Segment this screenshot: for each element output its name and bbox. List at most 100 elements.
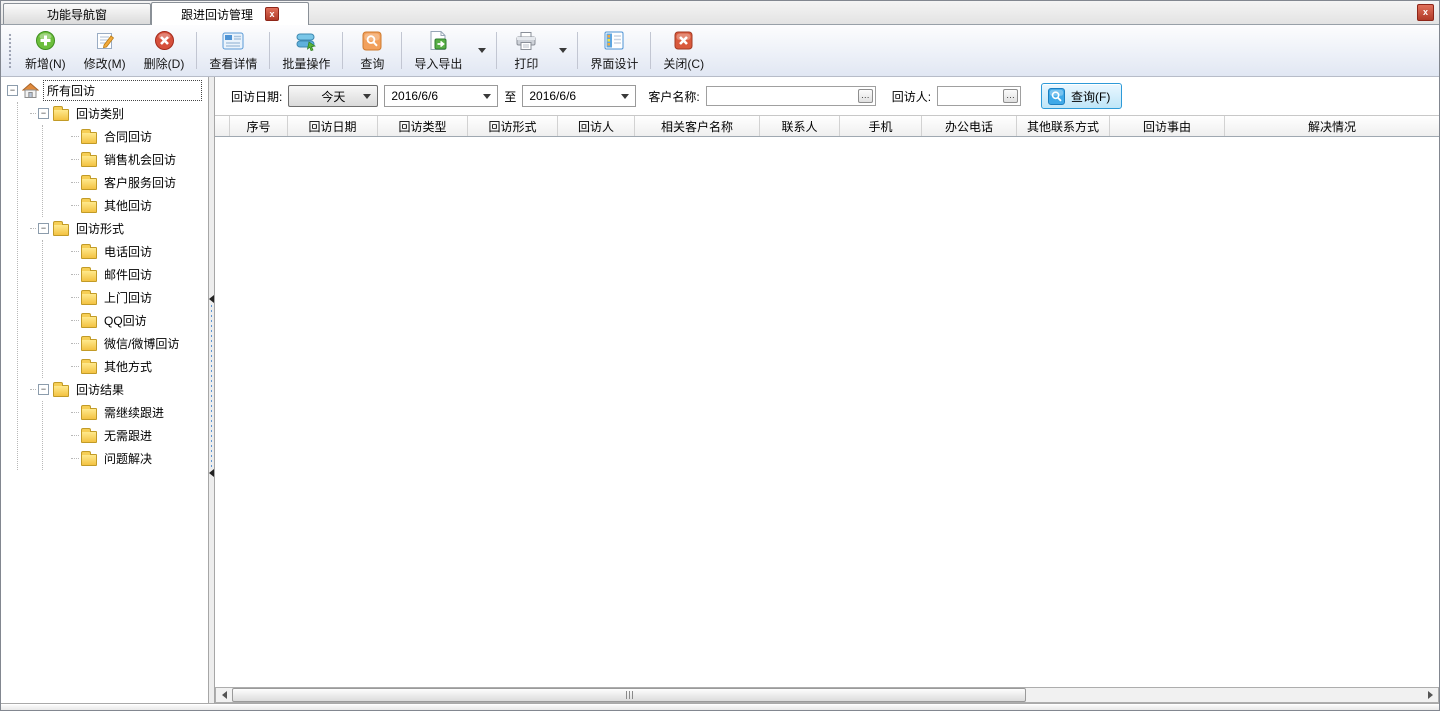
view-detail-button[interactable]: 查看详情 (200, 27, 266, 74)
column-header-seq[interactable]: 序号 (230, 116, 288, 136)
close-button[interactable]: 关闭(C) (654, 27, 713, 74)
panel-splitter[interactable] (208, 77, 215, 703)
customer-lookup-button[interactable]: … (858, 89, 873, 103)
tree-item-all-visits[interactable]: − 所有回访 (3, 79, 208, 102)
tree-item-email-visit[interactable]: 邮件回访 (43, 263, 208, 286)
column-header-mobile[interactable]: 手机 (840, 116, 922, 136)
batch-operation-button[interactable]: 批量操作 (273, 27, 339, 74)
tree-item-label: 电话回访 (101, 242, 155, 261)
edit-button[interactable]: 修改(M) (75, 27, 135, 74)
tree-item-label: 销售机会回访 (101, 150, 179, 169)
tree-item-label: 客户服务回访 (101, 173, 179, 192)
print-button[interactable]: 打印 (500, 27, 552, 74)
tab-close-icon[interactable]: x (265, 7, 279, 21)
tab-label: 跟进回访管理 (181, 6, 253, 23)
tree-item-no-followup[interactable]: 无需跟进 (43, 424, 208, 447)
scroll-right-icon (1428, 691, 1433, 699)
tree-item-contract-visit[interactable]: 合同回访 (43, 125, 208, 148)
horizontal-scrollbar[interactable] (215, 687, 1439, 703)
tree-item-wechat-weibo-visit[interactable]: 微信/微博回访 (43, 332, 208, 355)
print-icon (515, 30, 537, 52)
add-icon (34, 30, 56, 52)
tree-item-door-visit[interactable]: 上门回访 (43, 286, 208, 309)
tree-group: − 回访形式 电话回访 邮件回访 (18, 217, 208, 378)
tree-item-visit-result[interactable]: − 回访结果 (18, 378, 208, 401)
collapse-icon[interactable]: − (38, 384, 49, 395)
close-icon (673, 30, 695, 52)
tree-item-other-visit[interactable]: 其他回访 (43, 194, 208, 217)
visitor-input[interactable] (938, 87, 1003, 105)
tree-item-customer-service-visit[interactable]: 客户服务回访 (43, 171, 208, 194)
folder-icon (81, 339, 97, 351)
tree-item-phone-visit[interactable]: 电话回访 (43, 240, 208, 263)
collapse-icon[interactable]: − (7, 85, 18, 96)
tree-item-qq-visit[interactable]: QQ回访 (43, 309, 208, 332)
column-header-visit-type[interactable]: 回访类型 (378, 116, 468, 136)
tree-item-label: 所有回访 (43, 80, 202, 101)
import-export-dropdown-arrow[interactable] (471, 27, 493, 74)
batch-operation-icon (295, 30, 317, 52)
tree-item-other-method[interactable]: 其他方式 (43, 355, 208, 378)
column-header-customer-name[interactable]: 相关客户名称 (635, 116, 760, 136)
visitor-lookup-button[interactable]: … (1003, 89, 1018, 103)
date-preset-combo[interactable]: 今天 (288, 85, 378, 107)
tree-item-visit-category[interactable]: − 回访类别 (18, 102, 208, 125)
date-preset-value: 今天 (321, 88, 345, 105)
tree-item-label: 上门回访 (101, 288, 155, 307)
collapse-icon[interactable]: − (38, 223, 49, 234)
search-icon (361, 30, 383, 52)
tab-function-navigation[interactable]: 功能导航窗 (3, 3, 151, 24)
table-body (215, 137, 1439, 687)
import-export-button[interactable]: 导入导出 (405, 27, 471, 74)
splitter-collapse-strip[interactable] (209, 293, 214, 479)
column-header-solve-status[interactable]: 解决情况 (1225, 116, 1439, 136)
column-header-other-contact[interactable]: 其他联系方式 (1017, 116, 1110, 136)
tree-group: − 回访结果 需继续跟进 无需跟进 (18, 378, 208, 470)
query-button[interactable]: 查询 (346, 27, 398, 74)
tree-item-label: 需继续跟进 (101, 403, 167, 422)
date-to-combo[interactable]: 2016/6/6 (522, 85, 636, 107)
tab-followup-visit-management[interactable]: 跟进回访管理 x (151, 2, 309, 25)
ui-design-button[interactable]: 界面设计 (581, 27, 647, 74)
delete-button[interactable]: 删除(D) (135, 27, 194, 74)
tree-item-sales-opportunity-visit[interactable]: 销售机会回访 (43, 148, 208, 171)
customer-name-input[interactable] (707, 87, 858, 105)
toolbar-separator (577, 32, 578, 69)
home-icon (22, 83, 39, 98)
tree-item-problem-solved[interactable]: 问题解决 (43, 447, 208, 470)
filter-bar: 回访日期: 今天 2016/6/6 至 2016/6/6 客户名称: … (215, 77, 1439, 115)
customer-name-label: 客户名称: (648, 88, 699, 105)
column-header-contact[interactable]: 联系人 (760, 116, 840, 136)
column-header-visit-date[interactable]: 回访日期 (288, 116, 378, 136)
date-to-value: 2016/6/6 (529, 89, 576, 103)
toolbar-separator (269, 32, 270, 69)
column-header-visitor[interactable]: 回访人 (558, 116, 635, 136)
visitor-inputwrap: … (937, 86, 1021, 106)
collapse-icon[interactable]: − (38, 108, 49, 119)
column-header-visit-method[interactable]: 回访形式 (468, 116, 558, 136)
delete-icon (153, 30, 175, 52)
tree-item-visit-method[interactable]: − 回访形式 (18, 217, 208, 240)
scroll-left-button[interactable] (216, 688, 232, 702)
print-dropdown-arrow[interactable] (552, 27, 574, 74)
folder-icon (81, 247, 97, 259)
toolbar-grip[interactable] (7, 33, 12, 68)
chevron-down-icon (363, 94, 371, 99)
scroll-right-button[interactable] (1422, 688, 1438, 702)
add-button[interactable]: 新增(N) (16, 27, 75, 74)
column-header-office-phone[interactable]: 办公电话 (922, 116, 1017, 136)
tree-item-label: 无需跟进 (101, 426, 155, 445)
scrollbar-thumb[interactable] (232, 688, 1026, 702)
scrollbar-track[interactable] (1026, 688, 1422, 702)
edit-icon (94, 30, 116, 52)
search-submit-button[interactable]: 查询(F) (1041, 83, 1122, 109)
close-all-tabs-icon[interactable]: x (1417, 4, 1434, 21)
tree-item-label: 回访结果 (73, 380, 127, 399)
column-header-visit-reason[interactable]: 回访事由 (1110, 116, 1225, 136)
date-from-combo[interactable]: 2016/6/6 (384, 85, 498, 107)
scroll-grip-icon (629, 691, 630, 699)
tree-branch: − 回访类别 合同回访 销售机会回访 (17, 102, 208, 470)
chevron-down-icon (478, 48, 486, 53)
tree-item-need-followup[interactable]: 需继续跟进 (43, 401, 208, 424)
folder-icon (81, 362, 97, 374)
